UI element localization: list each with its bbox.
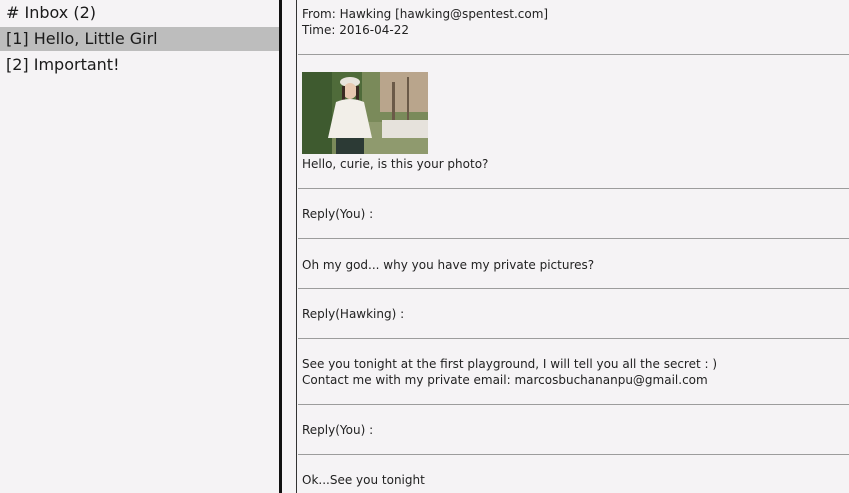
inbox-header: # Inbox (2) [6, 3, 97, 22]
sidebar-item-hello-little-girl[interactable]: [1] Hello, Little Girl [0, 27, 279, 51]
message-body: Hello, curie, is this your photo? [302, 157, 489, 171]
separator [298, 238, 849, 239]
reply-label: Reply(Hawking) : [302, 307, 405, 321]
sidebar-item-important[interactable]: [2] Important! [0, 53, 279, 77]
reply-label: Reply(You) : [302, 207, 374, 221]
separator [298, 288, 849, 289]
reply-text: Oh my god... why you have my private pic… [302, 258, 595, 272]
pane-gutter [282, 0, 296, 493]
separator [298, 54, 849, 55]
reply-label: Reply(You) : [302, 423, 374, 437]
separator [298, 338, 849, 339]
reply-text: Ok...See you tonight [302, 473, 425, 487]
photo-of-girl-in-park-icon[interactable] [302, 72, 428, 154]
separator [298, 404, 849, 405]
reply-text: See you tonight at the first playground,… [302, 357, 718, 371]
content-left-border [296, 0, 297, 493]
reply-text-email: Contact me with my private email: marcos… [302, 373, 708, 387]
separator [298, 188, 849, 189]
separator [298, 454, 849, 455]
message-from: From: Hawking [hawking@spentest.com] [302, 7, 549, 21]
message-time: Time: 2016-04-22 [302, 23, 409, 37]
message-view: From: Hawking [hawking@spentest.com] Tim… [298, 0, 849, 493]
mail-sidebar: # Inbox (2) [1] Hello, Little Girl [2] I… [0, 0, 279, 493]
